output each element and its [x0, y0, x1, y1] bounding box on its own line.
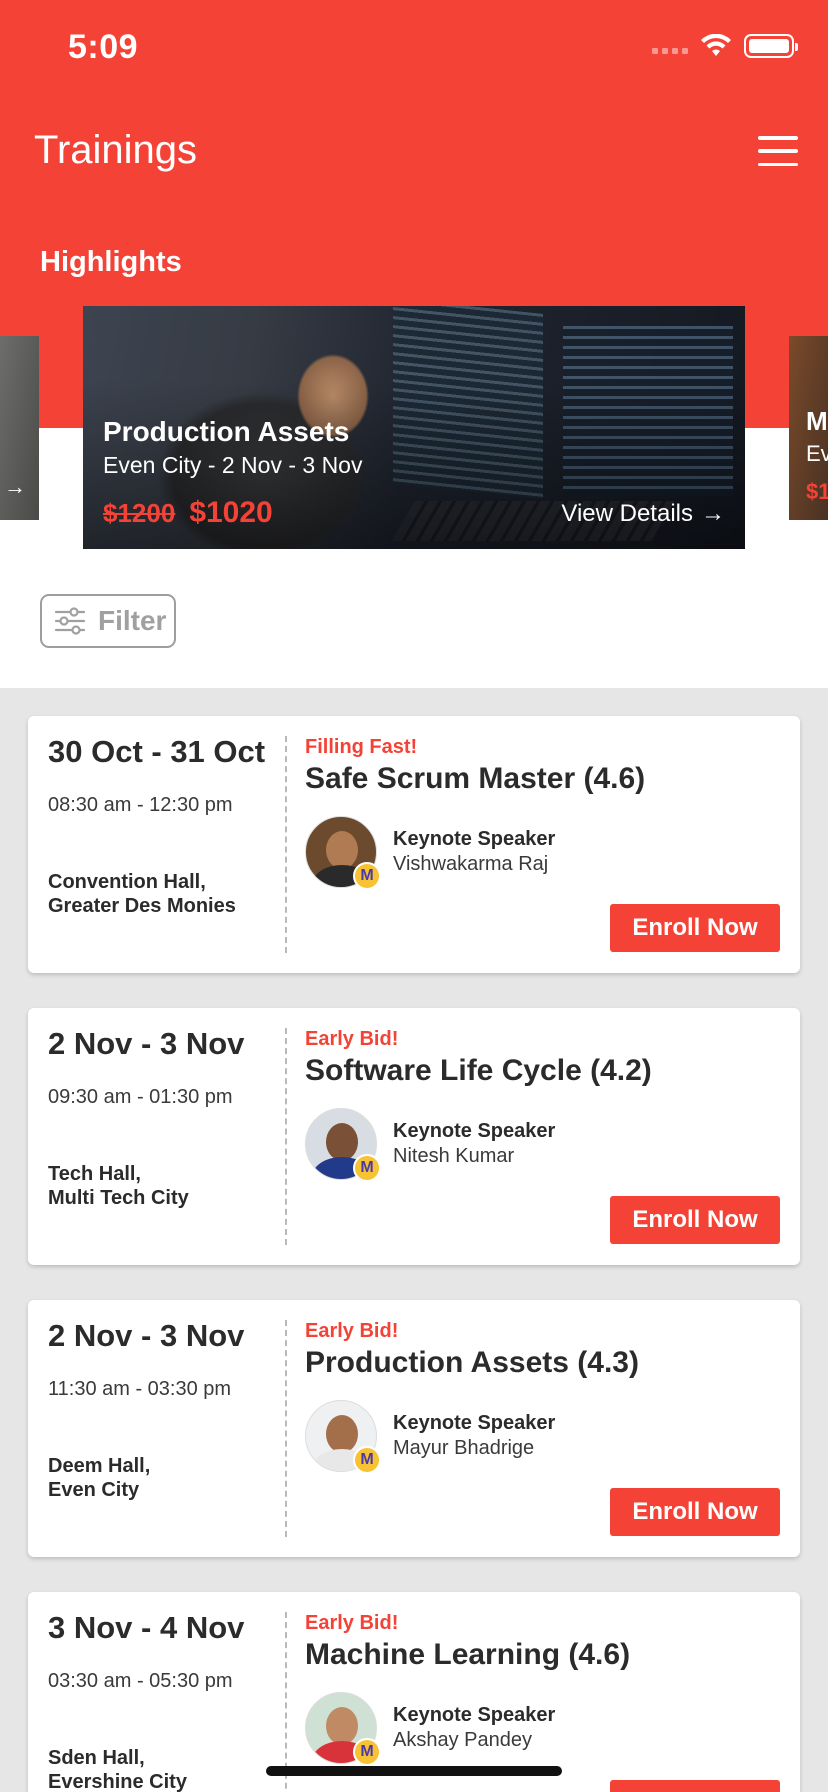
- training-title: Production Assets (4.3): [305, 1346, 639, 1379]
- arrow-right-icon: →: [4, 474, 26, 499]
- highlights-heading: Highlights: [40, 246, 182, 278]
- speaker-name: Akshay Pandey: [393, 1729, 532, 1751]
- speaker-name: Nitesh Kumar: [393, 1145, 515, 1167]
- battery-icon: [744, 34, 798, 58]
- sliders-icon: [54, 607, 86, 635]
- highlight-title: Production Assets: [103, 416, 350, 447]
- highlight-card-next[interactable]: M Ev $1: [789, 336, 828, 520]
- highlight-subtitle: Even City - 2 Nov - 3 Nov: [103, 452, 363, 478]
- speaker-badge-icon: M: [353, 862, 381, 890]
- training-time: 08:30 am - 12:30 pm: [48, 794, 233, 816]
- speaker-role: Keynote Speaker: [393, 828, 556, 850]
- highlight-card[interactable]: Production Assets Even City - 2 Nov - 3 …: [83, 306, 745, 549]
- arrow-right-icon: →: [701, 500, 725, 527]
- cellular-signal-icon: [652, 38, 688, 54]
- status-icons: [652, 34, 798, 58]
- speaker-role: Keynote Speaker: [393, 1704, 556, 1726]
- training-venue: Sden Hall, Evershine City: [48, 1747, 187, 1792]
- training-venue: Tech Hall, Multi Tech City: [48, 1163, 189, 1209]
- highlight-card-previous[interactable]: →: [0, 336, 39, 520]
- training-card: 3 Nov - 4 Nov 03:30 am - 05:30 pm Sden H…: [28, 1592, 800, 1792]
- enroll-now-button[interactable]: Enroll Now: [610, 1780, 780, 1792]
- enroll-now-button[interactable]: Enroll Now: [610, 1488, 780, 1536]
- speaker-name: Mayur Bhadrige: [393, 1437, 535, 1459]
- highlight-prices: $1200 $1020: [103, 496, 273, 530]
- discounted-price: $1020: [189, 496, 273, 529]
- original-price: $1200: [103, 498, 176, 528]
- training-time: 11:30 am - 03:30 pm: [48, 1378, 232, 1400]
- filter-label: Filter: [98, 605, 167, 636]
- speaker-name: Vishwakarma Raj: [393, 853, 549, 875]
- wifi-icon: [701, 34, 731, 56]
- training-time: 09:30 am - 01:30 pm: [48, 1086, 233, 1108]
- enroll-now-button[interactable]: Enroll Now: [610, 904, 780, 952]
- status-time: 5:09: [68, 28, 139, 66]
- training-title: Safe Scrum Master (4.6): [305, 762, 646, 795]
- view-details-label: View Details: [561, 500, 693, 527]
- training-time: 03:30 am - 05:30 pm: [48, 1670, 233, 1692]
- next-highlight-price: $1: [806, 479, 828, 504]
- home-indicator: [266, 1766, 562, 1776]
- speaker-badge-icon: M: [353, 1738, 381, 1766]
- speaker-badge-icon: M: [353, 1154, 381, 1182]
- training-title: Software Life Cycle (4.2): [305, 1054, 652, 1087]
- training-card: 30 Oct - 31 Oct 08:30 am - 12:30 pm Conv…: [28, 716, 800, 973]
- training-date: 2 Nov - 3 Nov: [48, 1026, 245, 1061]
- training-date: 30 Oct - 31 Oct: [48, 734, 266, 769]
- availability-tag: Filling Fast!: [305, 736, 418, 758]
- filter-button[interactable]: Filter: [40, 594, 176, 648]
- training-card: 2 Nov - 3 Nov 09:30 am - 01:30 pm Tech H…: [28, 1008, 800, 1265]
- next-highlight-subtitle: Ev: [806, 441, 828, 466]
- training-date: 3 Nov - 4 Nov: [48, 1610, 245, 1645]
- training-card: 2 Nov - 3 Nov 11:30 am - 03:30 pm Deem H…: [28, 1300, 800, 1557]
- availability-tag: Early Bid!: [305, 1320, 399, 1342]
- speaker-badge-icon: M: [353, 1446, 381, 1474]
- page-title: Trainings: [34, 128, 198, 172]
- training-title: Machine Learning (4.6): [305, 1638, 631, 1671]
- training-date: 2 Nov - 3 Nov: [48, 1318, 245, 1353]
- speaker-role: Keynote Speaker: [393, 1120, 556, 1142]
- next-highlight-title: M: [806, 406, 828, 436]
- hamburger-menu-icon[interactable]: [758, 136, 798, 166]
- enroll-now-button[interactable]: Enroll Now: [610, 1196, 780, 1244]
- availability-tag: Early Bid!: [305, 1028, 399, 1050]
- highlight-text: Production Assets Even City - 2 Nov - 3 …: [103, 416, 362, 479]
- speaker-role: Keynote Speaker: [393, 1412, 556, 1434]
- view-details-link[interactable]: View Details →: [561, 500, 725, 528]
- availability-tag: Early Bid!: [305, 1612, 399, 1634]
- training-venue: Deem Hall, Even City: [48, 1455, 151, 1501]
- training-venue: Convention Hall, Greater Des Monies: [48, 871, 236, 917]
